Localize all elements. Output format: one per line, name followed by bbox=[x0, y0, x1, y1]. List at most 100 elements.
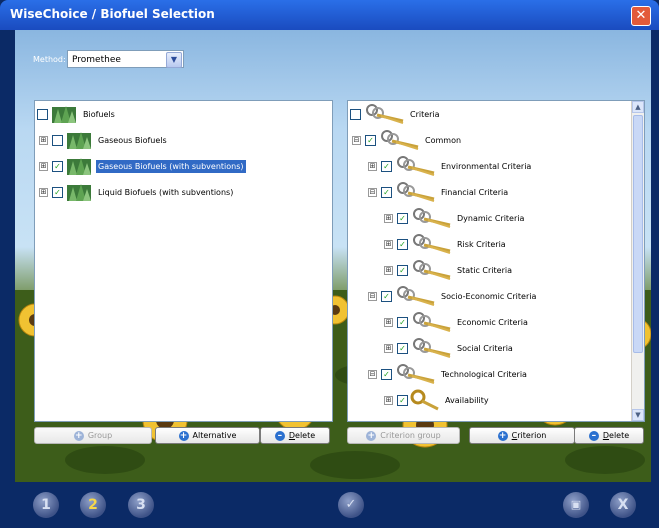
delete-alternative-button[interactable]: – Delete bbox=[260, 427, 330, 444]
tree-node-economic-criteria[interactable]: ⊞ ✓ Economic Criteria bbox=[384, 311, 530, 333]
step-1-button[interactable]: 1 bbox=[33, 492, 59, 518]
method-label: Method: bbox=[33, 55, 66, 64]
expand-icon[interactable]: ⊞ bbox=[384, 395, 393, 405]
trees-icon bbox=[52, 106, 76, 123]
node-checkbox[interactable]: ✓ bbox=[365, 134, 376, 146]
node-label: Dynamic Criteria bbox=[457, 213, 525, 223]
node-checkbox[interactable] bbox=[350, 108, 361, 120]
tree-node-liquid-biofuels-subventions[interactable]: ⊞ ✓ Liquid Biofuels (with subventions) bbox=[39, 181, 235, 203]
node-checkbox[interactable]: ✓ bbox=[381, 290, 392, 302]
criteria-tree[interactable]: Criteria ⊟ ✓ Common ⊞ ✓ Environmental Cr… bbox=[347, 100, 645, 422]
method-value: Promethee bbox=[72, 55, 121, 65]
step-3-button[interactable]: 3 bbox=[128, 492, 154, 518]
tree-node-social-criteria[interactable]: ⊞ ✓ Social Criteria bbox=[384, 337, 515, 359]
trees-icon bbox=[67, 132, 91, 149]
trees-icon bbox=[67, 184, 91, 201]
node-checkbox[interactable]: ✓ bbox=[397, 394, 408, 406]
expand-icon[interactable]: ⊞ bbox=[384, 317, 393, 327]
step-2-button[interactable]: 2 bbox=[80, 492, 106, 518]
check-icon[interactable]: ✓ bbox=[338, 492, 364, 518]
tree-node-environmental-criteria[interactable]: ⊞ ✓ Environmental Criteria bbox=[368, 155, 533, 177]
keys-icon bbox=[397, 286, 435, 306]
alternative-button[interactable]: + Alternative bbox=[155, 427, 260, 444]
expand-icon[interactable]: ⊞ bbox=[384, 343, 393, 353]
collapse-icon[interactable]: ⊟ bbox=[352, 135, 361, 145]
keys-icon bbox=[397, 364, 435, 384]
method-dropdown[interactable]: Promethee ▼ bbox=[67, 50, 184, 68]
node-label: Criteria bbox=[410, 109, 440, 119]
node-checkbox[interactable]: ✓ bbox=[397, 316, 408, 328]
close-button[interactable]: ✕ bbox=[631, 6, 651, 26]
tree-node-criteria[interactable]: Criteria bbox=[350, 103, 442, 125]
keys-icon bbox=[397, 156, 435, 176]
expand-icon[interactable]: ⊞ bbox=[39, 187, 48, 197]
node-checkbox[interactable]: ✓ bbox=[397, 264, 408, 276]
tree-node-gaseous-biofuels[interactable]: ⊞ Gaseous Biofuels bbox=[39, 129, 169, 151]
alternatives-tree[interactable]: Biofuels ⊞ Gaseous Biofuels ⊞ ✓ Gaseous … bbox=[34, 100, 333, 422]
node-label: Liquid Biofuels (with subventions) bbox=[98, 187, 234, 197]
node-checkbox[interactable]: ✓ bbox=[381, 160, 392, 172]
trees-icon bbox=[67, 158, 91, 175]
tree-node-common[interactable]: ⊟ ✓ Common bbox=[352, 129, 463, 151]
criterion-group-button[interactable]: + Criterion group bbox=[347, 427, 460, 444]
scroll-up-icon[interactable]: ▲ bbox=[632, 101, 644, 113]
tree-node-socio-economic-criteria[interactable]: ⊟ ✓ Socio-Economic Criteria bbox=[368, 285, 538, 307]
expand-icon[interactable]: ⊞ bbox=[384, 239, 393, 249]
node-checkbox[interactable]: ✓ bbox=[397, 238, 408, 250]
collapse-icon[interactable]: ⊟ bbox=[368, 369, 377, 379]
node-label: Common bbox=[425, 135, 462, 145]
node-label: Gaseous Biofuels (with subventions) bbox=[96, 159, 246, 173]
plus-icon: + bbox=[366, 430, 377, 441]
title-bar: WiseChoice / Biofuel Selection ✕ bbox=[0, 0, 659, 30]
tree-node-technological-criteria[interactable]: ⊟ ✓ Technological Criteria bbox=[368, 363, 529, 385]
node-checkbox[interactable]: ✓ bbox=[381, 186, 392, 198]
minus-icon: – bbox=[274, 430, 285, 441]
collapse-icon[interactable]: ⊟ bbox=[368, 291, 377, 301]
window-client: Method: Promethee ▼ Biofuels ⊞ Gaseous B… bbox=[15, 30, 651, 482]
plus-icon: + bbox=[73, 430, 84, 441]
keys-icon bbox=[413, 338, 451, 358]
node-label: Availability bbox=[445, 395, 489, 405]
node-checkbox[interactable]: ✓ bbox=[52, 186, 63, 198]
tree-node-static-criteria[interactable]: ⊞ ✓ Static Criteria bbox=[384, 259, 514, 281]
node-checkbox[interactable]: ✓ bbox=[397, 342, 408, 354]
node-label: Financial Criteria bbox=[441, 187, 509, 197]
node-checkbox[interactable] bbox=[52, 134, 63, 146]
criteria-scrollbar[interactable]: ▲ ▼ bbox=[631, 101, 644, 421]
node-checkbox[interactable] bbox=[37, 108, 48, 120]
expand-icon[interactable]: ⊞ bbox=[368, 161, 377, 171]
minus-icon: – bbox=[588, 430, 599, 441]
keys-icon bbox=[397, 182, 435, 202]
exit-icon[interactable]: X bbox=[610, 492, 636, 518]
node-label: Biofuels bbox=[83, 109, 115, 119]
tree-node-dynamic-criteria[interactable]: ⊞ ✓ Dynamic Criteria bbox=[384, 207, 526, 229]
save-icon[interactable]: ▣ bbox=[563, 492, 589, 518]
node-label: Economic Criteria bbox=[457, 317, 528, 327]
expand-icon[interactable]: ⊞ bbox=[39, 161, 48, 171]
node-checkbox[interactable]: ✓ bbox=[381, 368, 392, 380]
node-label: Social Criteria bbox=[457, 343, 513, 353]
expand-icon[interactable]: ⊞ bbox=[384, 265, 393, 275]
tree-node-gaseous-biofuels-subventions[interactable]: ⊞ ✓ Gaseous Biofuels (with subventions) bbox=[39, 155, 246, 177]
group-button[interactable]: + Group bbox=[34, 427, 152, 444]
chevron-down-icon[interactable]: ▼ bbox=[166, 52, 182, 68]
expand-icon[interactable]: ⊞ bbox=[384, 213, 393, 223]
tree-node-availability[interactable]: ⊞ ✓ Availability bbox=[384, 389, 491, 411]
node-checkbox[interactable]: ✓ bbox=[397, 212, 408, 224]
node-label: Environmental Criteria bbox=[441, 161, 532, 171]
collapse-icon[interactable]: ⊟ bbox=[368, 187, 377, 197]
scroll-down-icon[interactable]: ▼ bbox=[632, 409, 644, 421]
node-label: Gaseous Biofuels bbox=[98, 135, 167, 145]
tree-node-risk-criteria[interactable]: ⊞ ✓ Risk Criteria bbox=[384, 233, 508, 255]
keys-icon bbox=[413, 260, 451, 280]
scroll-thumb[interactable] bbox=[633, 115, 643, 353]
node-label: Risk Criteria bbox=[457, 239, 506, 249]
keys-icon bbox=[413, 234, 451, 254]
node-checkbox[interactable]: ✓ bbox=[52, 160, 63, 172]
expand-icon[interactable]: ⊞ bbox=[39, 135, 48, 145]
window-title: WiseChoice / Biofuel Selection bbox=[10, 7, 215, 21]
tree-node-financial-criteria[interactable]: ⊟ ✓ Financial Criteria bbox=[368, 181, 510, 203]
tree-node-biofuels[interactable]: Biofuels bbox=[37, 103, 117, 125]
delete-criterion-button[interactable]: – Delete bbox=[574, 427, 644, 444]
criterion-button[interactable]: + Criterion bbox=[469, 427, 575, 444]
